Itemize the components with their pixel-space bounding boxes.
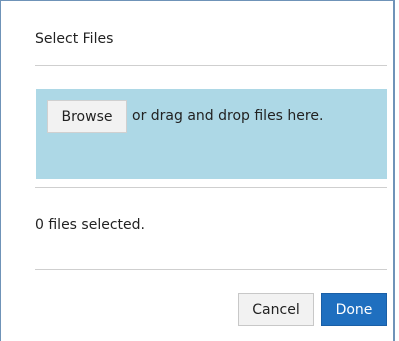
dialog-title: Select Files bbox=[35, 31, 114, 47]
done-button[interactable]: Done bbox=[321, 293, 387, 326]
cancel-button[interactable]: Cancel bbox=[238, 293, 314, 326]
file-dropzone[interactable]: Browse or drag and drop files here. bbox=[36, 89, 387, 179]
dropzone-instruction: or drag and drop files here. bbox=[132, 108, 324, 124]
divider-bottom bbox=[35, 269, 387, 270]
files-selected-status: 0 files selected. bbox=[35, 217, 145, 233]
divider-top bbox=[35, 65, 387, 66]
select-files-dialog: Select Files Browse or drag and drop fil… bbox=[0, 0, 395, 341]
browse-button[interactable]: Browse bbox=[47, 100, 127, 133]
divider-middle bbox=[35, 187, 387, 188]
